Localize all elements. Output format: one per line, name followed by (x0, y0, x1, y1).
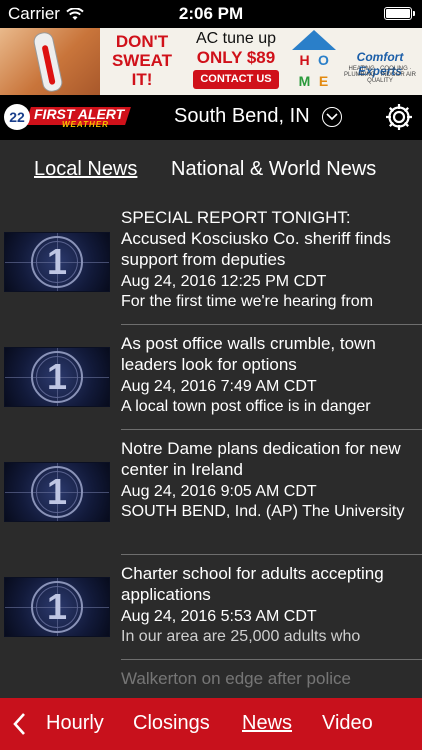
news-summary: In our area are 25,000 adults who (121, 628, 361, 645)
home-letter: E (318, 72, 329, 89)
ad-headline: DON'T SWEAT IT! (111, 32, 173, 89)
home-letter: M (298, 72, 311, 89)
ad-contact-button[interactable]: CONTACT US (193, 70, 279, 89)
news-thumbnail: 1 (4, 347, 110, 407)
list-item[interactable]: 1 Notre Dame plans dedication for new ce… (0, 430, 422, 555)
news-tabs: Local News National & World News (0, 140, 422, 197)
location-label: South Bend, IN (174, 105, 310, 127)
chevron-down-icon (321, 106, 342, 127)
news-thumbnail: 1 (4, 462, 110, 522)
news-title: As post office walls crumble, town leade… (121, 334, 376, 374)
news-title: SPECIAL REPORT TONIGHT: Accused Kosciusk… (121, 208, 391, 269)
news-summary: SOUTH BEND, Ind. (AP) The University (121, 503, 405, 520)
ad-tune-text: AC tune up (195, 30, 277, 47)
news-list[interactable]: 1 SPECIAL REPORT TONIGHT: Accused Kosciu… (0, 197, 422, 698)
nav-closings[interactable]: Closings (133, 712, 210, 735)
list-item[interactable]: 1 Charter school for adults accepting ap… (0, 555, 422, 660)
thermometer-image (0, 28, 100, 95)
status-bar: Carrier 2:06 PM (0, 0, 422, 28)
list-item[interactable]: 1 SPECIAL REPORT TONIGHT: Accused Kosciu… (0, 197, 422, 325)
app-header: 22 FIRST ALERT WEATHER South Bend, IN (0, 95, 422, 140)
ad-banner[interactable]: DON'T SWEAT IT! AC tune up ONLY $89 CONT… (0, 28, 422, 95)
ad-brand-sub: HEATING · COOLING · PLUMBING · INDOOR AI… (343, 66, 416, 84)
battery-icon (384, 7, 415, 20)
list-item[interactable]: 1 As post office walls crumble, town lea… (0, 325, 422, 430)
location-selector[interactable]: South Bend, IN (174, 105, 342, 128)
home-logo-icon: H O M E (292, 30, 336, 93)
news-summary: For the first time we're hearing from (121, 293, 374, 310)
news-date: Aug 24, 2016 7:49 AM CDT (121, 378, 317, 395)
nav-news[interactable]: News (242, 712, 292, 735)
news-title: Walkerton on edge after police (121, 669, 351, 688)
news-date: Aug 24, 2016 9:05 AM CDT (121, 483, 317, 500)
news-date: Aug 24, 2016 5:53 AM CDT (121, 608, 317, 625)
home-letter: O (318, 51, 329, 68)
ad-price: ONLY $89 (196, 48, 276, 67)
home-letter: H (299, 51, 310, 68)
news-title: Charter school for adults accepting appl… (121, 564, 384, 604)
bottom-nav: Hourly Closings News Video (0, 698, 422, 750)
news-summary: A local town post office is in danger (121, 398, 371, 415)
tab-local-news[interactable]: Local News (34, 158, 137, 181)
news-title: Notre Dame plans dedication for new cent… (121, 439, 401, 479)
news-thumbnail: 1 (4, 232, 110, 292)
first-alert-logo: 22 FIRST ALERT WEATHER (4, 104, 131, 130)
tab-national-world-news[interactable]: National & World News (171, 158, 376, 181)
clock: 2:06 PM (178, 4, 244, 23)
chevron-left-icon[interactable] (10, 711, 30, 737)
gear-icon[interactable] (384, 102, 414, 132)
nav-hourly[interactable]: Hourly (46, 712, 104, 735)
list-item[interactable]: Walkerton on edge after police (0, 660, 422, 698)
nav-video[interactable]: Video (322, 712, 373, 735)
news-date: Aug 24, 2016 12:25 PM CDT (121, 273, 327, 290)
news-thumbnail: 1 (4, 577, 110, 637)
